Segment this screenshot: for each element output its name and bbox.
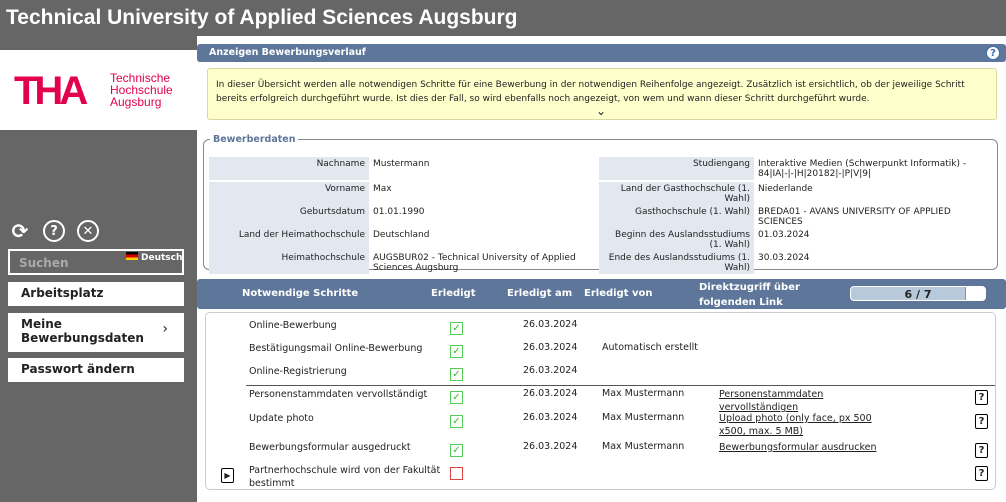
step-date: 26.03.2024 [523,412,578,423]
field-value: Max [373,184,392,194]
field-label: Gasthochschule (1. Wahl) [599,205,754,228]
help-icon[interactable]: ? [975,443,988,458]
progress-bar: 6 / 7 [850,286,986,301]
field-label: Vorname [209,182,369,205]
field-value: BREDA01 - AVANS UNIVERSITY OF APPLIED SC… [758,207,951,227]
field-value: 01.03.2024 [758,230,810,240]
step-date: 26.03.2024 [523,388,578,399]
help-icon[interactable]: ? [975,466,988,481]
step-name: Update photo [249,413,314,424]
step-by: Max Mustermann [602,388,685,399]
step-link[interactable]: Upload photo (only face, px 500 x500, ma… [719,412,899,438]
field-value: 30.03.2024 [758,253,810,263]
checked-checkbox-icon: ✓ [450,391,463,404]
step-name: Partnerhochschule wird von der Fakultät … [249,465,441,489]
field-label: Nachname [209,157,369,180]
language-label: Deutsch [141,253,183,263]
help-icon[interactable]: ? [975,390,988,405]
step-by: Max Mustermann [602,412,685,423]
step-date: 26.03.2024 [523,319,578,330]
help-icon[interactable]: ? [975,414,988,429]
info-text: In dieser Übersicht werden alle notwendi… [216,80,965,104]
checked-checkbox-icon: ✓ [450,444,463,457]
col-step: Notwendige Schritte [242,288,359,299]
col-date: Erledigt am [507,288,573,299]
german-flag-icon [126,252,138,260]
section-title: Anzeigen Bewerbungsverlauf [209,47,366,58]
main-content: Anzeigen Bewerbungsverlauf? In dieser Üb… [197,36,1006,502]
field-label: Studiengang [599,157,754,180]
field-label: Beginn des Auslandsstudiums (1. Wahl) [599,228,754,251]
field-value: Mustermann [373,159,430,169]
help-icon[interactable]: ? [986,46,1000,60]
nav-passwort-aendern[interactable]: Passwort ändern [8,358,184,382]
nav-label: Meine Bewerbungsdaten [21,317,144,345]
field-value: AUGSBUR02 - Technical University of Appl… [373,253,576,273]
chevron-right-icon: › [162,321,168,337]
applicant-field: Studiengang Interaktive Medien (Schwerpun… [599,157,994,180]
col-done: Erledigt [431,288,476,299]
info-box: In dieser Übersicht werden alle notwendi… [207,68,997,120]
applicant-field: Heimathochschule AUGSBUR02 - Technical Un… [209,251,599,274]
applicant-field: Geburtsdatum 01.01.1990 [209,205,599,228]
section-header: Anzeigen Bewerbungsverlauf? [197,44,1006,62]
checked-checkbox-icon: ✓ [450,368,463,381]
logo-line: Augsburg [110,95,162,109]
unchecked-checkbox-icon [450,467,463,480]
field-value: Niederlande [758,184,813,194]
step-link[interactable]: Bewerbungsformular ausdrucken [719,441,899,454]
field-value: 01.01.1990 [373,207,425,217]
step-name: Personenstammdaten vervollständigt [249,389,428,400]
applicant-field: Land der Gasthochschule (1. Wahl) Niederl… [599,182,994,205]
checked-checkbox-icon: ✓ [450,322,463,335]
applicant-data: Bewerberdaten Nachname Mustermann Vorname M… [203,134,998,274]
checked-checkbox-icon: ✓ [450,345,463,358]
divider [246,385,995,386]
col-link: Direktzugriff über folgenden Link [699,282,800,308]
chevron-down-icon[interactable]: ⌄ [596,104,606,118]
step-name: Bestätigungsmail Online-Bewerbung [249,343,423,354]
app-title: Technical University of Applied Sciences… [0,0,1006,36]
logo-mark: THA [14,69,88,113]
logo[interactable]: THA Technische Hochschule Augsburg [0,50,197,130]
field-value: Interaktive Medien (Schwerpunkt Informat… [758,159,967,179]
nav-meine-bewerbungsdaten[interactable]: Meine Bewerbungsdaten › [8,313,184,352]
applicant-legend: Bewerberdaten [213,134,296,145]
steps-header: Notwendige Schritte Erledigt Erledigt am… [197,279,1006,309]
sidebar: THA Technische Hochschule Augsburg ⟳ ? ✕… [0,36,197,502]
step-by: Automatisch erstellt [602,342,698,353]
field-value: Deutschland [373,230,430,240]
step-date: 26.03.2024 [523,365,578,376]
step-link[interactable]: Personenstammdaten vervollständigen [719,388,899,414]
progress-label: 6 / 7 [904,288,932,301]
help-icon[interactable]: ? [43,220,65,242]
field-label: Land der Heimathochschule [209,228,369,251]
step-date: 26.03.2024 [523,342,578,353]
step-by: Max Mustermann [602,441,685,452]
applicant-field: Land der Heimathochschule Deutschland [209,228,599,251]
applicant-field: Vorname Max [209,182,599,205]
steps-table: Online-Bewerbung ✓ 26.03.2024 Bestätigungsm… [205,312,996,490]
applicant-field: Gasthochschule (1. Wahl) BREDA01 - AVANS … [599,205,994,228]
close-icon[interactable]: ✕ [77,220,99,242]
language-selector[interactable]: Deutsch [126,252,182,263]
field-label: Heimathochschule [209,251,369,274]
field-label: Ende des Auslandsstudiums (1. Wahl) [599,251,754,274]
applicant-field: Nachname Mustermann [209,157,599,180]
logo-text: Technische Hochschule Augsburg [110,72,173,108]
step-name: Online-Bewerbung [249,320,337,331]
step-name: Online-Registrierung [249,366,347,377]
applicant-field: Beginn des Auslandsstudiums (1. Wahl) 01.… [599,228,994,251]
step-date: 26.03.2024 [523,441,578,452]
nav-arbeitsplatz[interactable]: Arbeitsplatz [8,282,184,306]
step-name: Bewerbungsformular ausgedruckt [249,442,411,453]
checked-checkbox-icon: ✓ [450,415,463,428]
field-label: Land der Gasthochschule (1. Wahl) [599,182,754,205]
play-icon[interactable]: ▶ [221,468,234,483]
refresh-icon[interactable]: ⟳ [9,219,31,243]
col-by: Erledigt von [584,288,653,299]
field-label: Geburtsdatum [209,205,369,228]
applicant-field: Ende des Auslandsstudiums (1. Wahl) 30.03… [599,251,994,274]
